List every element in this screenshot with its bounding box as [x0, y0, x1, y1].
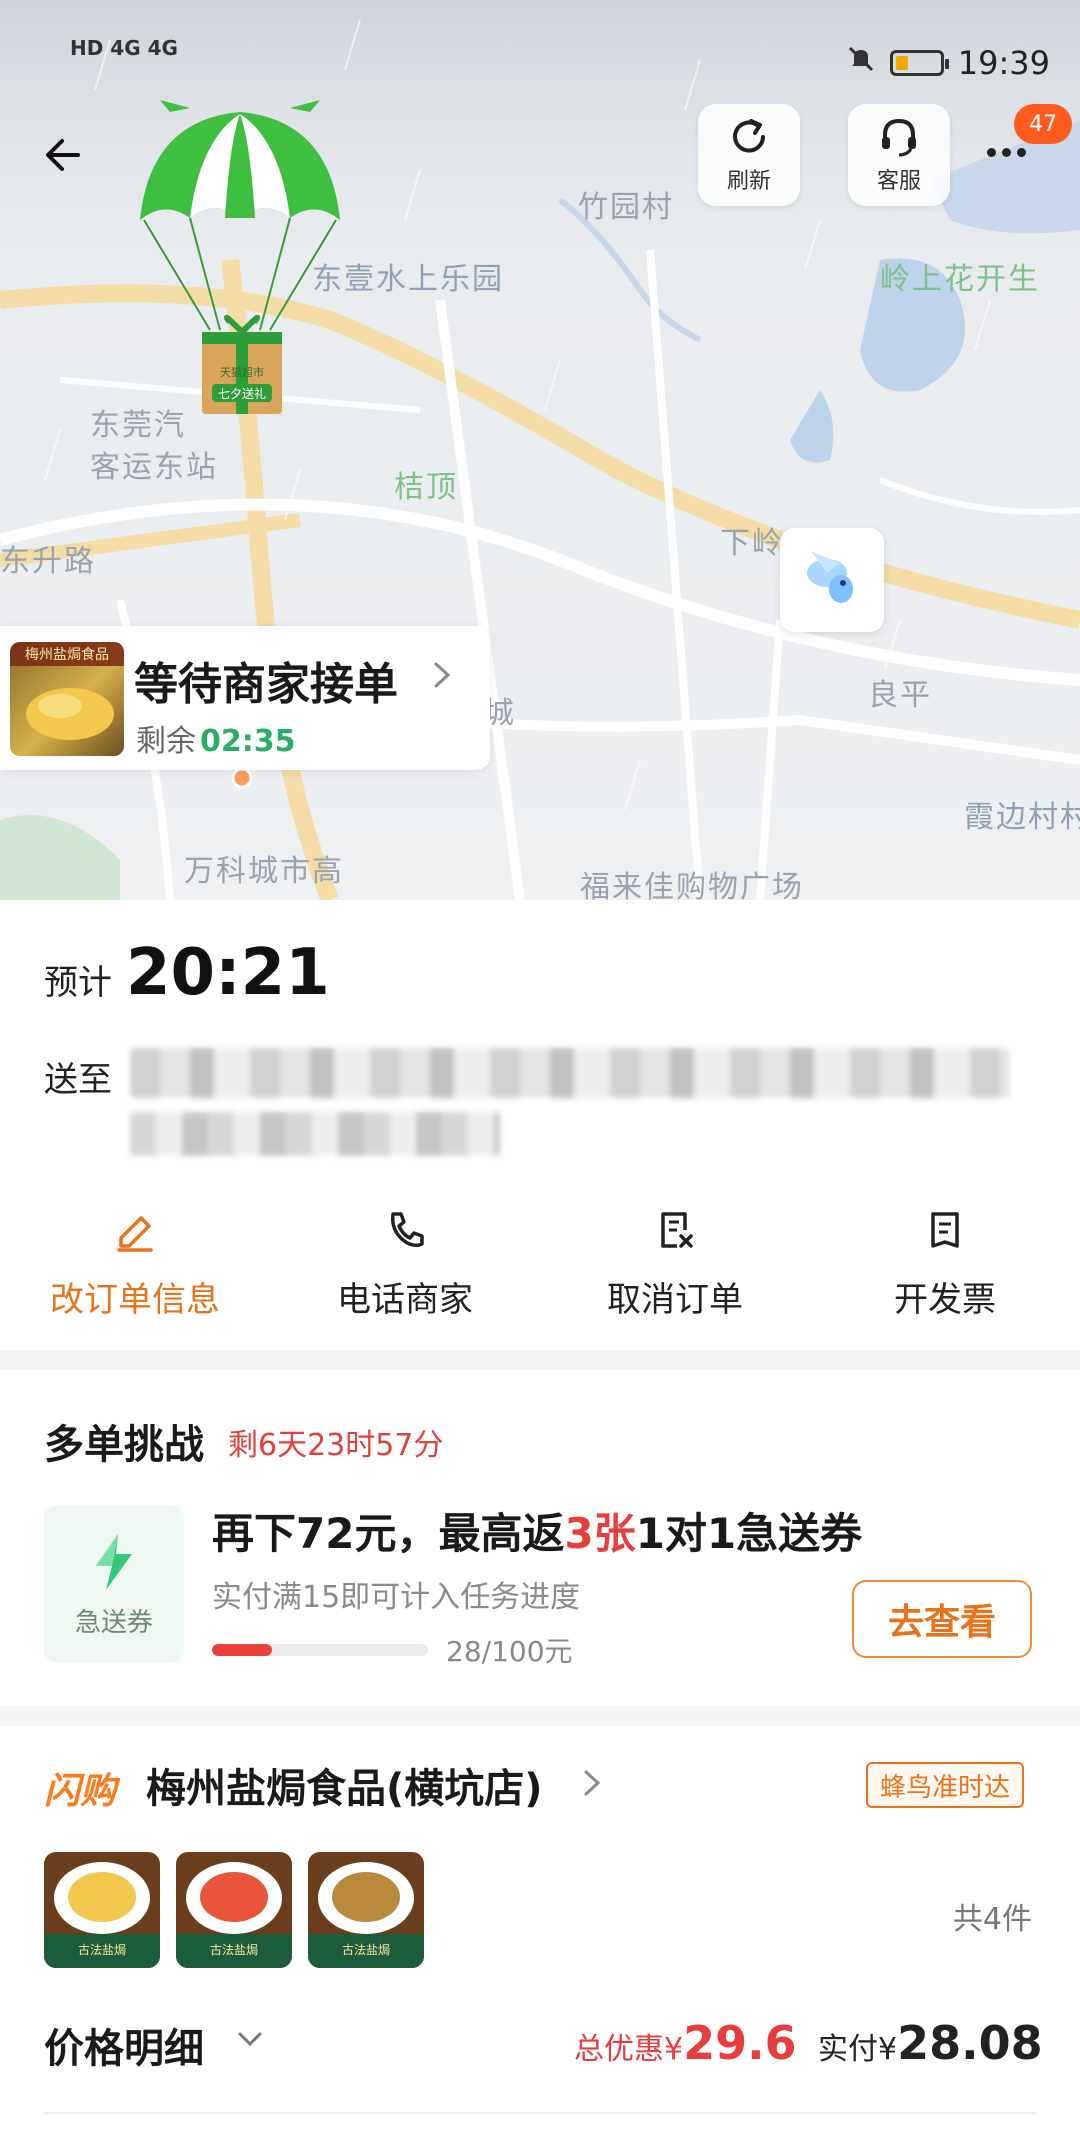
- challenge-remaining-time: 剩6天23时57分: [228, 1428, 444, 1463]
- parachute-text-1: 天猫超市: [220, 365, 264, 379]
- headset-icon: [882, 118, 916, 157]
- eta: 预计 20:21: [44, 936, 330, 1010]
- call-merchant-label: 电话商家: [337, 1280, 473, 1320]
- countdown: 剩余 02:35: [136, 716, 296, 760]
- customer-service-button[interactable]: 客服: [848, 104, 950, 206]
- challenge-main-highlight: 3张: [564, 1509, 636, 1558]
- item-band-text: 古法盐焗: [44, 1934, 160, 1968]
- more-dot-icon: [1016, 147, 1026, 157]
- parachute-text-2: 七夕送礼: [218, 386, 266, 401]
- lightning-coupon-icon: [96, 1533, 132, 1590]
- cancel-order-button[interactable]: 取消订单: [540, 1200, 810, 1330]
- phone-redacted: [130, 1112, 500, 1156]
- order-item-thumbnail[interactable]: 古法盐焗: [44, 1852, 160, 1968]
- countdown-label: 剩余: [136, 724, 196, 759]
- address-prefix: 送至: [44, 1060, 112, 1100]
- back-button[interactable]: [30, 125, 90, 185]
- edit-order-label: 改订单信息: [50, 1280, 220, 1320]
- divider: [44, 2112, 1036, 2114]
- challenge-sub-text: 实付满15即可计入任务进度: [212, 1580, 581, 1615]
- map-label-vanke: 万科城市高: [184, 854, 344, 889]
- cancel-order-label: 取消订单: [607, 1280, 743, 1320]
- order-items[interactable]: 古法盐焗 古法盐焗 古法盐焗: [44, 1852, 424, 1968]
- map-label-fulaijia: 福来佳购物广场: [580, 870, 804, 900]
- countdown-time: 02:35: [200, 724, 296, 759]
- coupon-label: 急送券: [74, 1607, 153, 1638]
- battery-icon: [889, 50, 949, 76]
- refresh-icon: [733, 119, 765, 153]
- challenge-title: 多单挑战: [44, 1422, 204, 1468]
- map-label-zhuyuan: 竹园村: [578, 190, 674, 225]
- challenge-progress-text: 28/100元: [446, 1635, 573, 1668]
- network-indicator: HD 4G 4G: [70, 36, 178, 60]
- chevron-right-icon[interactable]: [582, 1768, 602, 1802]
- more-dot-icon: [1001, 147, 1011, 157]
- promo-parachute[interactable]: 天猫超市 七夕送礼: [130, 100, 350, 444]
- on-time-badge: 蜂鸟准时达: [866, 1762, 1025, 1808]
- chicken-dish-icon: [26, 688, 114, 740]
- paid-value: 28.08: [897, 2016, 1043, 2070]
- rider-pin[interactable]: [780, 528, 884, 632]
- order-actions: 改订单信息 电话商家 取消订单 开发票: [0, 1200, 1080, 1330]
- discount-label: 总优惠: [574, 2032, 664, 2067]
- view-challenge-button[interactable]: 去查看: [852, 1580, 1032, 1658]
- address-redacted: [130, 1048, 1010, 1098]
- order-status-title: 等待商家接单: [134, 659, 398, 710]
- order-status-card[interactable]: 梅州盐焗食品 等待商家接单 剩余 02:35: [0, 626, 490, 770]
- back-arrow-icon: [46, 139, 80, 171]
- eta-prefix: 预计: [44, 963, 112, 1003]
- challenge-progress-bar: [212, 1644, 428, 1656]
- edit-icon: [117, 1216, 153, 1252]
- map-label-xiabian: 霞边村村: [964, 800, 1080, 835]
- order-item-thumbnail[interactable]: 古法盐焗: [308, 1852, 424, 1968]
- challenge-main-text: 再下72元，最高返3张1对1急送券: [212, 1500, 862, 1561]
- item-band-text: 古法盐焗: [308, 1934, 424, 1968]
- total-discount: 总优惠 ¥29.6: [574, 2016, 797, 2070]
- amount-paid: 实付 ¥28.08: [818, 2016, 1043, 2070]
- store-name[interactable]: 梅州盐焗食品(横坑店): [146, 1756, 543, 1814]
- price-detail-title[interactable]: 价格明细: [44, 2016, 204, 2074]
- discount-currency: ¥: [664, 2032, 684, 2067]
- status-bar: HD 4G 4G 19:39: [0, 0, 1080, 110]
- discount-value: 29.6: [683, 2016, 797, 2070]
- status-right: 19:39: [846, 44, 1050, 82]
- order-item-thumbnail[interactable]: 古法盐焗: [176, 1852, 292, 1968]
- refresh-button[interactable]: 刷新: [698, 104, 800, 206]
- invoice-label: 开发票: [894, 1280, 996, 1320]
- chevron-right-icon: [432, 660, 452, 694]
- map-label-liangping: 良平: [868, 678, 932, 713]
- customer-service-label: 客服: [876, 169, 921, 194]
- challenge-main-prefix: 再下72元，最高返: [212, 1509, 565, 1558]
- hummingbird-icon: [807, 551, 853, 603]
- items-count[interactable]: 共4件: [953, 1894, 1032, 1938]
- refresh-label: 刷新: [726, 169, 771, 194]
- notification-badge: 47: [1014, 104, 1072, 144]
- challenge-progress-fill: [212, 1644, 273, 1656]
- express-coupon: 急送券: [44, 1506, 184, 1662]
- map-label-station-2: 客运东站: [90, 450, 218, 485]
- store-thumbnail: 梅州盐焗食品: [10, 642, 124, 756]
- eta-time: 20:21: [126, 936, 330, 1010]
- parachute-gift-icon: 天猫超市 七夕送礼: [140, 100, 340, 414]
- edit-order-button[interactable]: 改订单信息: [0, 1200, 270, 1330]
- invoice-button[interactable]: 开发票: [810, 1200, 1080, 1330]
- paid-currency: ¥: [878, 2032, 898, 2067]
- mute-icon: [846, 44, 876, 82]
- more-dot-icon: [986, 147, 996, 157]
- flash-buy-tag: 闪购: [44, 1771, 117, 1812]
- map-label-lingshang: 岭上花开生: [880, 262, 1040, 297]
- item-band-text: 古法盐焗: [176, 1934, 292, 1968]
- map-label-juding: 桔顶: [394, 470, 458, 505]
- phone-icon: [390, 1212, 424, 1248]
- invoice-icon: [931, 1212, 959, 1248]
- map-label-dongsheng-road: 东升路: [0, 544, 96, 579]
- paid-label: 实付: [818, 2032, 878, 2067]
- clock: 19:39: [957, 44, 1050, 82]
- chevron-down-icon[interactable]: [236, 2030, 264, 2054]
- call-merchant-button[interactable]: 电话商家: [270, 1200, 540, 1330]
- challenge-main-suffix: 1对1急送券: [635, 1509, 863, 1558]
- cancel-order-icon: [661, 1212, 693, 1248]
